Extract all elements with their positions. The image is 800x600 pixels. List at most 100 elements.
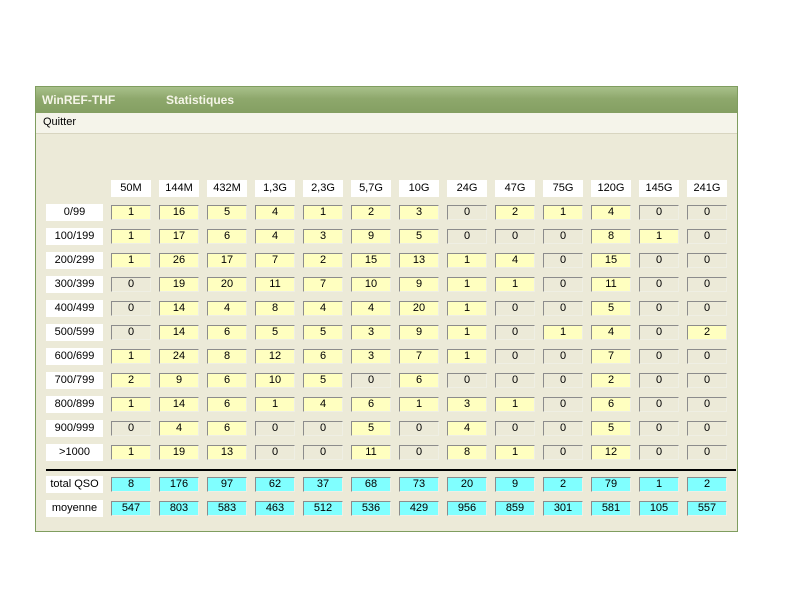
count-cell[interactable]: 6 [207, 229, 247, 244]
count-cell[interactable]: 8 [591, 229, 631, 244]
count-cell[interactable]: 2 [351, 205, 391, 220]
count-cell[interactable]: 0 [447, 229, 487, 244]
total-qso-cell[interactable]: 176 [159, 477, 199, 492]
count-cell[interactable]: 3 [447, 397, 487, 412]
count-cell[interactable]: 6 [399, 373, 439, 388]
count-cell[interactable]: 19 [159, 445, 199, 460]
count-cell[interactable]: 3 [399, 205, 439, 220]
count-cell[interactable]: 0 [687, 277, 727, 292]
total-qso-cell[interactable]: 2 [687, 477, 727, 492]
count-cell[interactable]: 10 [351, 277, 391, 292]
count-cell[interactable]: 1 [495, 277, 535, 292]
total-qso-cell[interactable]: 9 [495, 477, 535, 492]
count-cell[interactable]: 1 [447, 325, 487, 340]
total-qso-cell[interactable]: 97 [207, 477, 247, 492]
count-cell[interactable]: 1 [639, 229, 679, 244]
count-cell[interactable]: 4 [255, 229, 295, 244]
average-cell[interactable]: 429 [399, 501, 439, 516]
count-cell[interactable]: 0 [687, 229, 727, 244]
count-cell[interactable]: 2 [303, 253, 343, 268]
count-cell[interactable]: 6 [351, 397, 391, 412]
count-cell[interactable]: 0 [639, 301, 679, 316]
average-cell[interactable]: 581 [591, 501, 631, 516]
menu-quitter[interactable]: Quitter [43, 116, 76, 128]
count-cell[interactable]: 0 [543, 373, 583, 388]
count-cell[interactable]: 0 [399, 421, 439, 436]
count-cell[interactable]: 14 [159, 301, 199, 316]
total-qso-cell[interactable]: 68 [351, 477, 391, 492]
count-cell[interactable]: 0 [543, 277, 583, 292]
count-cell[interactable]: 4 [591, 205, 631, 220]
count-cell[interactable]: 1 [495, 445, 535, 460]
count-cell[interactable]: 6 [207, 397, 247, 412]
count-cell[interactable]: 10 [255, 373, 295, 388]
count-cell[interactable]: 4 [447, 421, 487, 436]
count-cell[interactable]: 1 [447, 277, 487, 292]
count-cell[interactable]: 0 [399, 445, 439, 460]
count-cell[interactable]: 0 [639, 325, 679, 340]
count-cell[interactable]: 2 [687, 325, 727, 340]
count-cell[interactable]: 1 [111, 349, 151, 364]
count-cell[interactable]: 0 [543, 301, 583, 316]
count-cell[interactable]: 0 [687, 349, 727, 364]
total-qso-cell[interactable]: 20 [447, 477, 487, 492]
average-cell[interactable]: 463 [255, 501, 295, 516]
count-cell[interactable]: 14 [159, 325, 199, 340]
count-cell[interactable]: 12 [255, 349, 295, 364]
count-cell[interactable]: 11 [351, 445, 391, 460]
count-cell[interactable]: 3 [303, 229, 343, 244]
count-cell[interactable]: 15 [591, 253, 631, 268]
count-cell[interactable]: 4 [159, 421, 199, 436]
count-cell[interactable]: 1 [447, 349, 487, 364]
count-cell[interactable]: 0 [447, 373, 487, 388]
count-cell[interactable]: 4 [495, 253, 535, 268]
count-cell[interactable]: 5 [207, 205, 247, 220]
count-cell[interactable]: 4 [207, 301, 247, 316]
count-cell[interactable]: 17 [207, 253, 247, 268]
count-cell[interactable]: 4 [255, 205, 295, 220]
count-cell[interactable]: 0 [687, 445, 727, 460]
count-cell[interactable]: 4 [303, 301, 343, 316]
count-cell[interactable]: 12 [591, 445, 631, 460]
count-cell[interactable]: 1 [543, 205, 583, 220]
total-qso-cell[interactable]: 62 [255, 477, 295, 492]
count-cell[interactable]: 5 [591, 301, 631, 316]
count-cell[interactable]: 1 [399, 397, 439, 412]
count-cell[interactable]: 5 [399, 229, 439, 244]
count-cell[interactable]: 13 [399, 253, 439, 268]
count-cell[interactable]: 0 [639, 421, 679, 436]
count-cell[interactable]: 0 [687, 301, 727, 316]
count-cell[interactable]: 5 [351, 421, 391, 436]
count-cell[interactable]: 1 [111, 253, 151, 268]
count-cell[interactable]: 0 [543, 397, 583, 412]
total-qso-cell[interactable]: 1 [639, 477, 679, 492]
count-cell[interactable]: 0 [543, 349, 583, 364]
count-cell[interactable]: 0 [639, 349, 679, 364]
count-cell[interactable]: 0 [543, 445, 583, 460]
average-cell[interactable]: 557 [687, 501, 727, 516]
count-cell[interactable]: 0 [447, 205, 487, 220]
count-cell[interactable]: 1 [543, 325, 583, 340]
count-cell[interactable]: 0 [639, 277, 679, 292]
count-cell[interactable]: 1 [111, 205, 151, 220]
count-cell[interactable]: 3 [351, 325, 391, 340]
count-cell[interactable]: 0 [111, 421, 151, 436]
count-cell[interactable]: 8 [255, 301, 295, 316]
count-cell[interactable]: 2 [111, 373, 151, 388]
count-cell[interactable]: 0 [111, 325, 151, 340]
count-cell[interactable]: 24 [159, 349, 199, 364]
average-cell[interactable]: 105 [639, 501, 679, 516]
count-cell[interactable]: 4 [351, 301, 391, 316]
count-cell[interactable]: 1 [111, 445, 151, 460]
count-cell[interactable]: 13 [207, 445, 247, 460]
count-cell[interactable]: 26 [159, 253, 199, 268]
count-cell[interactable]: 0 [495, 373, 535, 388]
count-cell[interactable]: 5 [303, 373, 343, 388]
count-cell[interactable]: 11 [591, 277, 631, 292]
count-cell[interactable]: 0 [495, 301, 535, 316]
count-cell[interactable]: 7 [591, 349, 631, 364]
count-cell[interactable]: 2 [591, 373, 631, 388]
average-cell[interactable]: 301 [543, 501, 583, 516]
count-cell[interactable]: 0 [111, 301, 151, 316]
count-cell[interactable]: 8 [207, 349, 247, 364]
